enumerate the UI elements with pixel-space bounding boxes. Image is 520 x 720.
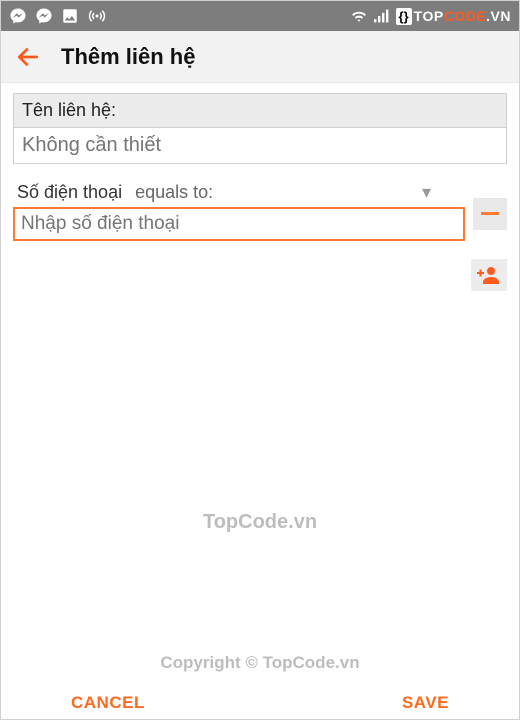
status-bar: {} TOPCODE.VN <box>1 1 519 31</box>
name-label: Tên liên hệ: <box>13 93 507 128</box>
brand-badge-icon: {} <box>396 8 412 25</box>
status-left <box>9 7 107 25</box>
wifi-icon <box>350 9 368 23</box>
status-right: {} TOPCODE.VN <box>350 8 511 25</box>
watermark-center: TopCode.vn <box>1 511 519 534</box>
page-title: Thêm liên hệ <box>61 44 195 70</box>
equals-label: equals to: <box>135 182 213 203</box>
phone-block: Số điện thoại equals to: ▾ <box>13 180 507 241</box>
signal-icon <box>374 9 390 23</box>
person-add-icon <box>477 265 501 285</box>
image-icon <box>61 7 79 25</box>
hotspot-icon <box>87 7 107 25</box>
watermark-copyright: Copyright © TopCode.vn <box>1 653 519 673</box>
form-content: Tên liên hệ: Số điện thoại equals to: ▾ <box>1 83 519 241</box>
brand-text: TOPCODE.VN <box>414 8 511 24</box>
phone-condition-dropdown[interactable]: Số điện thoại equals to: ▾ <box>13 180 465 205</box>
arrow-left-icon <box>15 44 41 70</box>
add-contact-button[interactable] <box>471 259 507 291</box>
cancel-button[interactable]: CANCEL <box>71 693 145 713</box>
save-button[interactable]: SAVE <box>402 693 449 713</box>
app-frame: {} TOPCODE.VN Thêm liên hệ Tên liên hệ: … <box>0 0 520 720</box>
messenger-icon <box>9 7 27 25</box>
messenger-icon <box>35 7 53 25</box>
minus-icon <box>481 212 499 215</box>
add-row <box>1 241 519 291</box>
footer-actions: CANCEL SAVE <box>1 693 519 713</box>
brand-logo: {} TOPCODE.VN <box>396 8 511 25</box>
back-button[interactable] <box>13 42 43 72</box>
phone-label: Số điện thoại <box>17 182 122 203</box>
caret-down-icon: ▾ <box>422 182 431 203</box>
phone-input[interactable] <box>13 207 465 241</box>
remove-phone-button[interactable] <box>473 198 507 230</box>
name-input[interactable] <box>13 128 507 164</box>
app-bar: Thêm liên hệ <box>1 31 519 83</box>
